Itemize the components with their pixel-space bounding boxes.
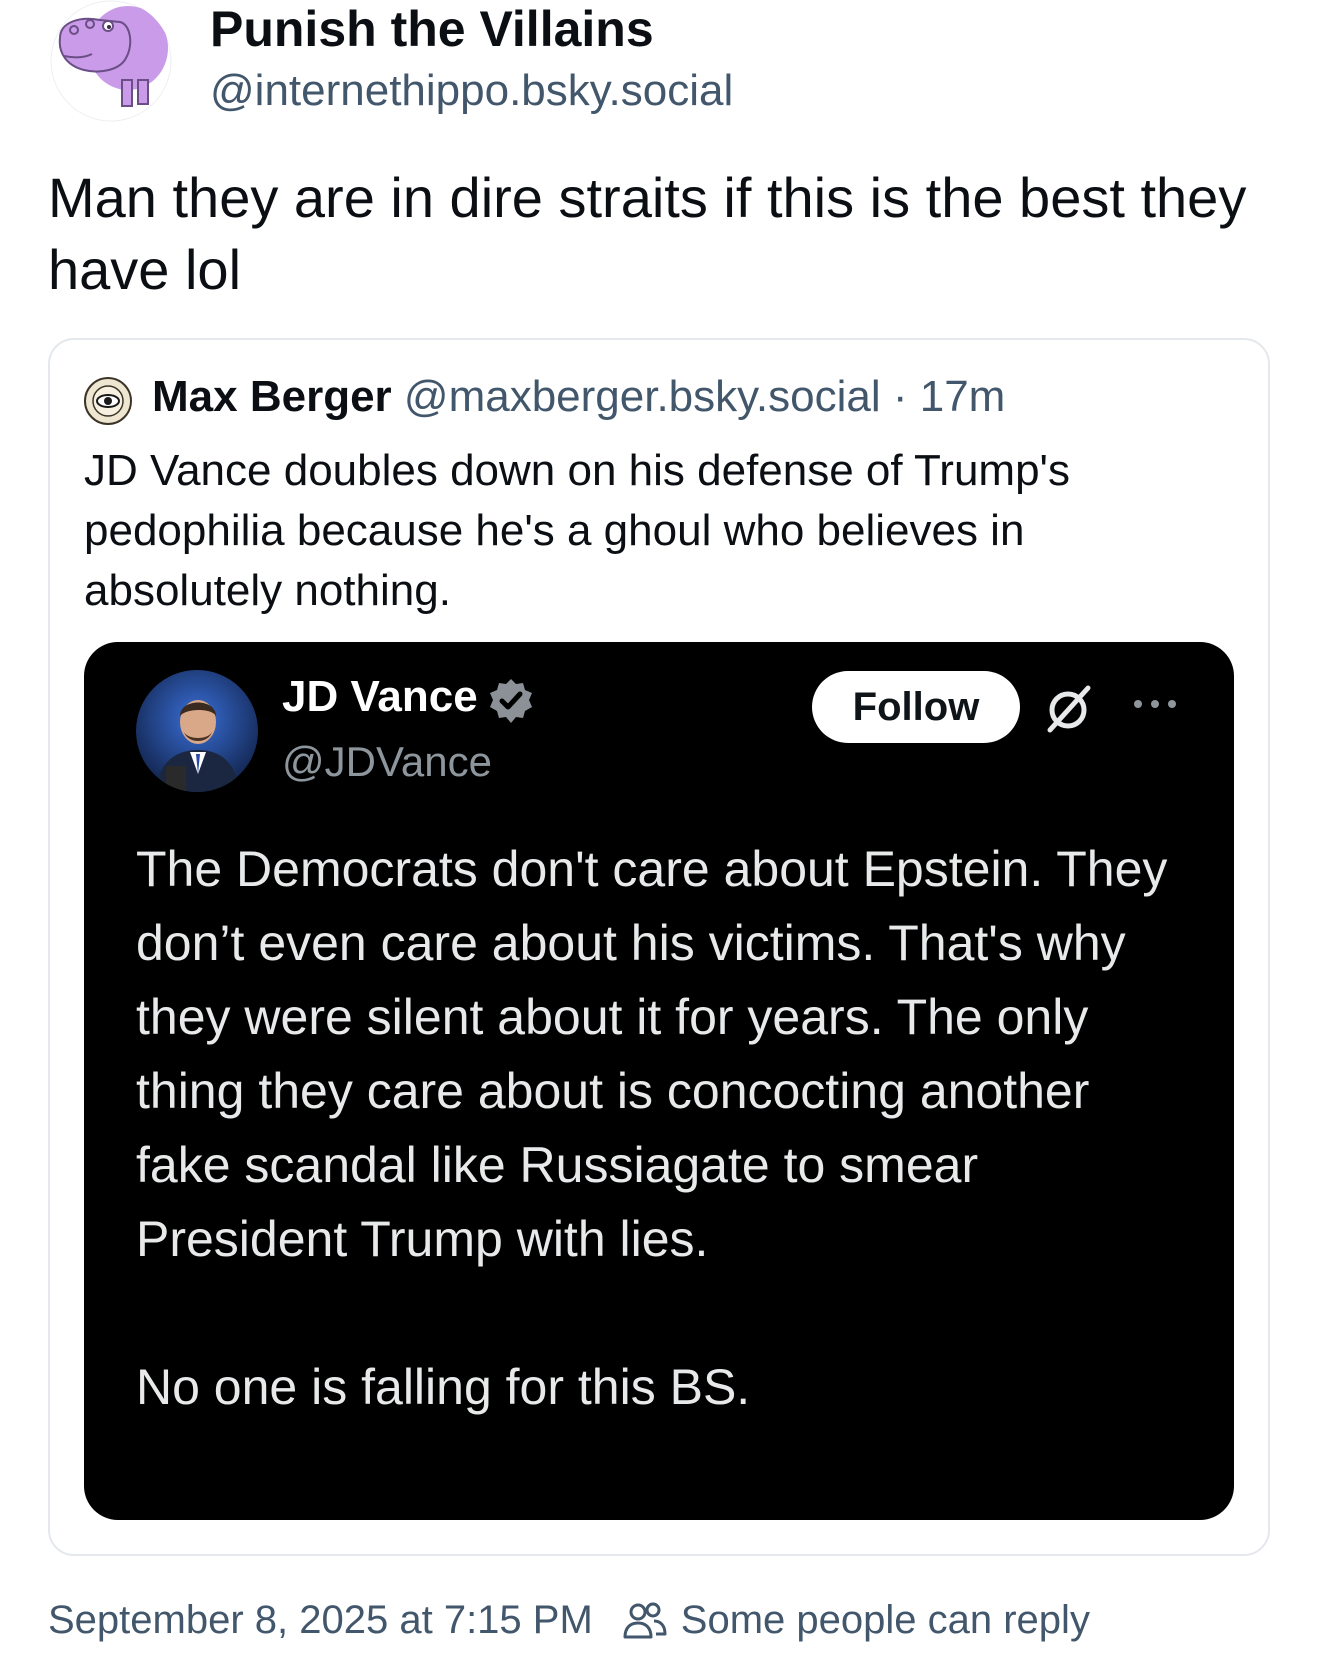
- post-timestamp[interactable]: September 8, 2025 at 7:15 PM: [48, 1598, 593, 1643]
- quote-timestamp[interactable]: 17m: [920, 372, 1006, 421]
- embedded-author-name: JD Vance: [282, 672, 478, 721]
- quote-author-avatar[interactable]: [84, 377, 132, 425]
- hippo-avatar-icon: [50, 0, 172, 122]
- reply-settings[interactable]: Some people can reply: [681, 1598, 1090, 1643]
- embedded-author-avatar: [136, 670, 258, 792]
- quote-text: JD Vance doubles down on his defense of …: [84, 446, 1070, 615]
- quote-header: Max Berger @maxberger.bsky.social · 17m: [152, 372, 1005, 422]
- follow-button: Follow: [812, 671, 1020, 743]
- quote-author-handle[interactable]: @maxberger.bsky.social: [404, 372, 881, 421]
- quote-author-name[interactable]: Max Berger: [152, 372, 392, 421]
- people-icon: [623, 1602, 667, 1638]
- post-text: Man they are in dire straits if this is …: [48, 166, 1247, 301]
- grok-icon: [1040, 680, 1096, 736]
- wide-awake-seal-icon: [84, 377, 132, 425]
- author-display-name[interactable]: Punish the Villains: [210, 0, 654, 58]
- meta-separator: ·: [892, 372, 908, 421]
- embedded-post-text: The Democrats don't care about Epstein. …: [136, 832, 1196, 1424]
- embedded-author-handle: @JDVance: [282, 738, 492, 785]
- author-avatar[interactable]: [50, 0, 172, 122]
- verified-badge-icon: [486, 676, 536, 726]
- post-footer: September 8, 2025 at 7:15 PM Some people…: [48, 1598, 1090, 1643]
- author-handle[interactable]: @internethippo.bsky.social: [210, 66, 733, 116]
- more-options-icon: [1130, 694, 1180, 714]
- embedded-paragraph-2: No one is falling for this BS.: [136, 1359, 751, 1415]
- embedded-paragraph-1: The Democrats don't care about Epstein. …: [136, 841, 1168, 1267]
- portrait-photo-icon: [136, 670, 258, 792]
